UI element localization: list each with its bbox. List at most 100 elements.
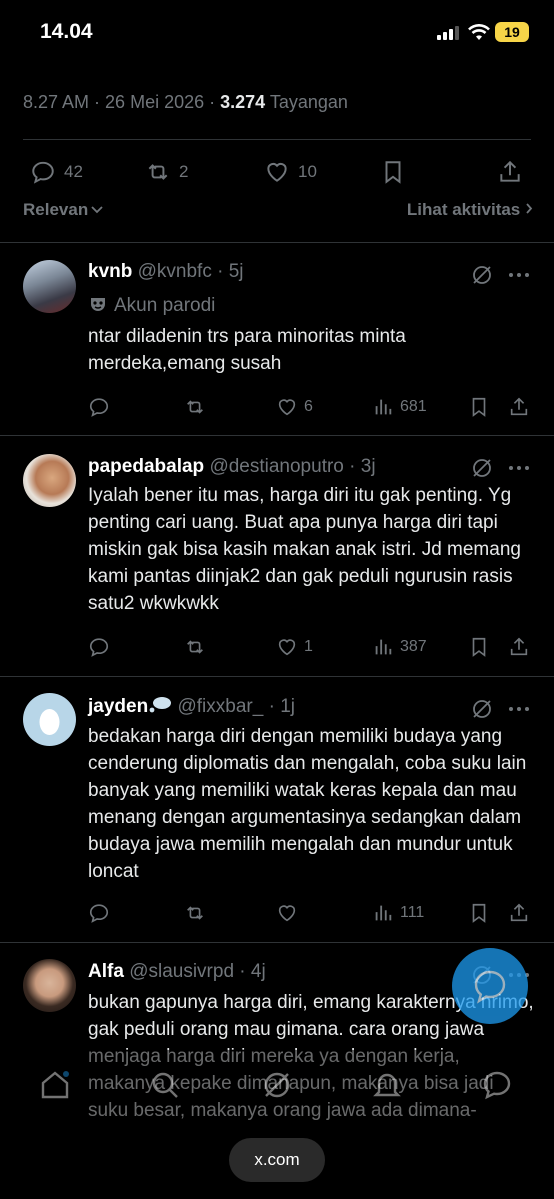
reply-age: 5j	[228, 261, 244, 282]
grok-tab-icon[interactable]	[260, 1068, 294, 1102]
reply-text: ntar diladenin trs para minoritas minta …	[88, 326, 406, 374]
analytics-icon	[375, 905, 392, 921]
view-activity-link[interactable]: Lihat aktivitas	[407, 200, 533, 220]
reply-icon	[89, 398, 109, 417]
like-button[interactable]: 6	[276, 393, 313, 421]
signal-icon	[437, 26, 459, 40]
more-icon[interactable]	[508, 697, 530, 721]
sort-dropdown[interactable]: Relevan	[23, 200, 104, 219]
views-button[interactable]: 111	[372, 899, 424, 927]
avatar[interactable]	[23, 959, 76, 1012]
reply-handle: @slausivrpd	[129, 961, 235, 982]
chevron-right-icon	[526, 203, 533, 214]
like-button[interactable]: 1	[276, 633, 313, 661]
tweet-action-bar: 42 2 10	[0, 150, 554, 194]
repost-icon	[187, 640, 203, 654]
reply-icon	[89, 904, 109, 923]
reply-header: kvnb @kvnbfc · 5j	[88, 261, 244, 282]
share-button[interactable]	[508, 633, 530, 661]
like-button[interactable]: 10	[264, 150, 317, 194]
repost-button[interactable]	[184, 393, 212, 421]
tweet-date: 26 Mei 2026	[105, 92, 205, 112]
reply-handle: @kvnbfc	[137, 261, 212, 282]
reply-count: 42	[64, 162, 83, 181]
tweet-views: 3.274	[220, 92, 266, 112]
repost-button[interactable]	[184, 899, 212, 927]
messages-icon[interactable]	[480, 1068, 514, 1102]
heart-icon	[278, 399, 296, 416]
more-icon[interactable]	[508, 263, 530, 287]
chevron-down-icon	[91, 206, 103, 214]
reply-author-name[interactable]: jayden	[88, 696, 148, 717]
bookmark-icon	[472, 397, 486, 417]
parody-label: Akun parodi	[88, 294, 215, 317]
address-bar[interactable]: x.com	[229, 1138, 325, 1182]
bookmark-icon	[385, 161, 401, 184]
grok-icon[interactable]	[470, 263, 494, 287]
views-count: 111	[400, 904, 425, 921]
bookmark-button[interactable]	[468, 633, 490, 661]
avatar[interactable]	[23, 454, 76, 507]
share-button[interactable]	[508, 899, 530, 927]
views-count: 387	[400, 638, 427, 655]
reply-tools	[470, 263, 530, 287]
repost-button[interactable]: 2	[145, 150, 188, 194]
reply-icon	[89, 638, 109, 657]
search-icon[interactable]	[148, 1068, 182, 1102]
home-icon[interactable]	[38, 1068, 72, 1102]
reply-actions: 1 387	[88, 633, 538, 661]
repost-icon	[187, 400, 203, 414]
reply-button[interactable]: 42	[30, 150, 83, 194]
reply-age: 3j	[360, 456, 376, 477]
reply-button[interactable]	[88, 899, 116, 927]
like-button[interactable]	[276, 899, 304, 927]
tweet-time: 8.27 AM	[23, 92, 90, 112]
heart-icon	[278, 905, 296, 922]
reply-actions: 111	[88, 899, 538, 927]
avatar[interactable]	[23, 693, 76, 746]
grok-icon[interactable]	[470, 456, 494, 480]
bookmark-button[interactable]	[468, 899, 490, 927]
bookmark-icon	[472, 637, 486, 657]
bookmark-icon	[472, 903, 486, 923]
sort-row: Relevan Lihat aktivitas	[23, 200, 533, 230]
reply-handle: @fixxbar_	[177, 696, 264, 717]
views-button[interactable]: 681	[372, 393, 427, 421]
reply-item[interactable]: kvnb @kvnbfc · 5j Akun parodi ntar dilad…	[0, 243, 554, 435]
more-icon[interactable]	[508, 456, 530, 480]
compose-reply-button[interactable]	[452, 948, 528, 1024]
repost-icon	[187, 906, 203, 920]
like-count: 10	[298, 162, 317, 181]
reply-item[interactable]: papedabalap @destianoputro · 3j Iyalah b…	[0, 436, 554, 676]
share-icon	[510, 637, 528, 656]
views-button[interactable]: 387	[372, 633, 427, 661]
heart-icon	[278, 639, 296, 656]
reply-actions: 6 681	[88, 393, 538, 421]
reply-text: bedakan harga diri dengan memiliki buday…	[88, 726, 527, 882]
reply-author-name[interactable]: Alfa	[88, 961, 124, 982]
avatar[interactable]	[23, 260, 76, 313]
reply-button[interactable]	[88, 633, 116, 661]
share-icon	[510, 397, 528, 416]
like-count: 6	[304, 398, 313, 415]
reply-icon	[32, 161, 54, 184]
analytics-icon	[375, 639, 392, 655]
analytics-icon	[375, 399, 392, 415]
reply-age: 4j	[250, 961, 266, 982]
reply-header: Alfa @slausivrpd · 4j	[88, 961, 266, 982]
share-button[interactable]	[497, 150, 523, 194]
reply-author-name[interactable]: kvnb	[88, 261, 132, 282]
notifications-icon[interactable]	[370, 1068, 404, 1102]
grok-icon[interactable]	[470, 697, 494, 721]
share-button[interactable]	[508, 393, 530, 421]
bookmark-button[interactable]	[468, 393, 490, 421]
reply-handle: @destianoputro	[209, 456, 344, 477]
reply-tools	[470, 697, 530, 721]
reply-button[interactable]	[88, 393, 116, 421]
reply-item[interactable]: jayden @fixxbar_ · 1j bedakan harga diri…	[0, 677, 554, 941]
reply-author-name[interactable]: papedabalap	[88, 456, 204, 477]
status-bar: 14.04 19	[0, 0, 554, 64]
repost-button[interactable]	[184, 633, 212, 661]
like-count: 1	[304, 638, 313, 655]
bookmark-button[interactable]	[380, 150, 406, 194]
